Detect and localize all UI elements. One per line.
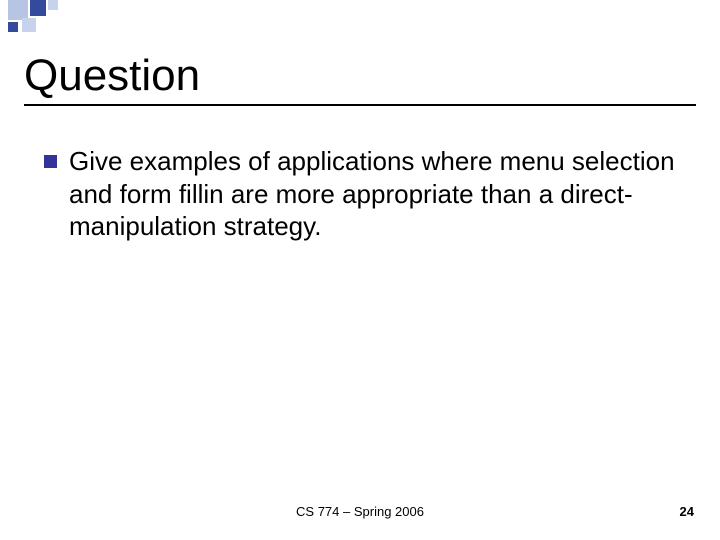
decor-square <box>30 0 46 16</box>
square-bullet-icon <box>44 155 57 168</box>
list-item: Give examples of applications where menu… <box>44 145 684 243</box>
decor-square <box>48 0 58 10</box>
decor-square <box>22 18 36 32</box>
bullet-text: Give examples of applications where menu… <box>69 145 684 243</box>
slide-title: Question <box>24 52 696 100</box>
decor-square <box>8 22 18 32</box>
page-number: 24 <box>680 504 694 519</box>
decor-square <box>8 0 28 20</box>
corner-decoration <box>0 0 720 30</box>
title-underline <box>24 104 696 106</box>
footer-course: CS 774 – Spring 2006 <box>0 504 720 519</box>
footer: CS 774 – Spring 2006 24 <box>0 504 720 524</box>
title-block: Question <box>24 52 696 106</box>
body-content: Give examples of applications where menu… <box>44 145 684 243</box>
